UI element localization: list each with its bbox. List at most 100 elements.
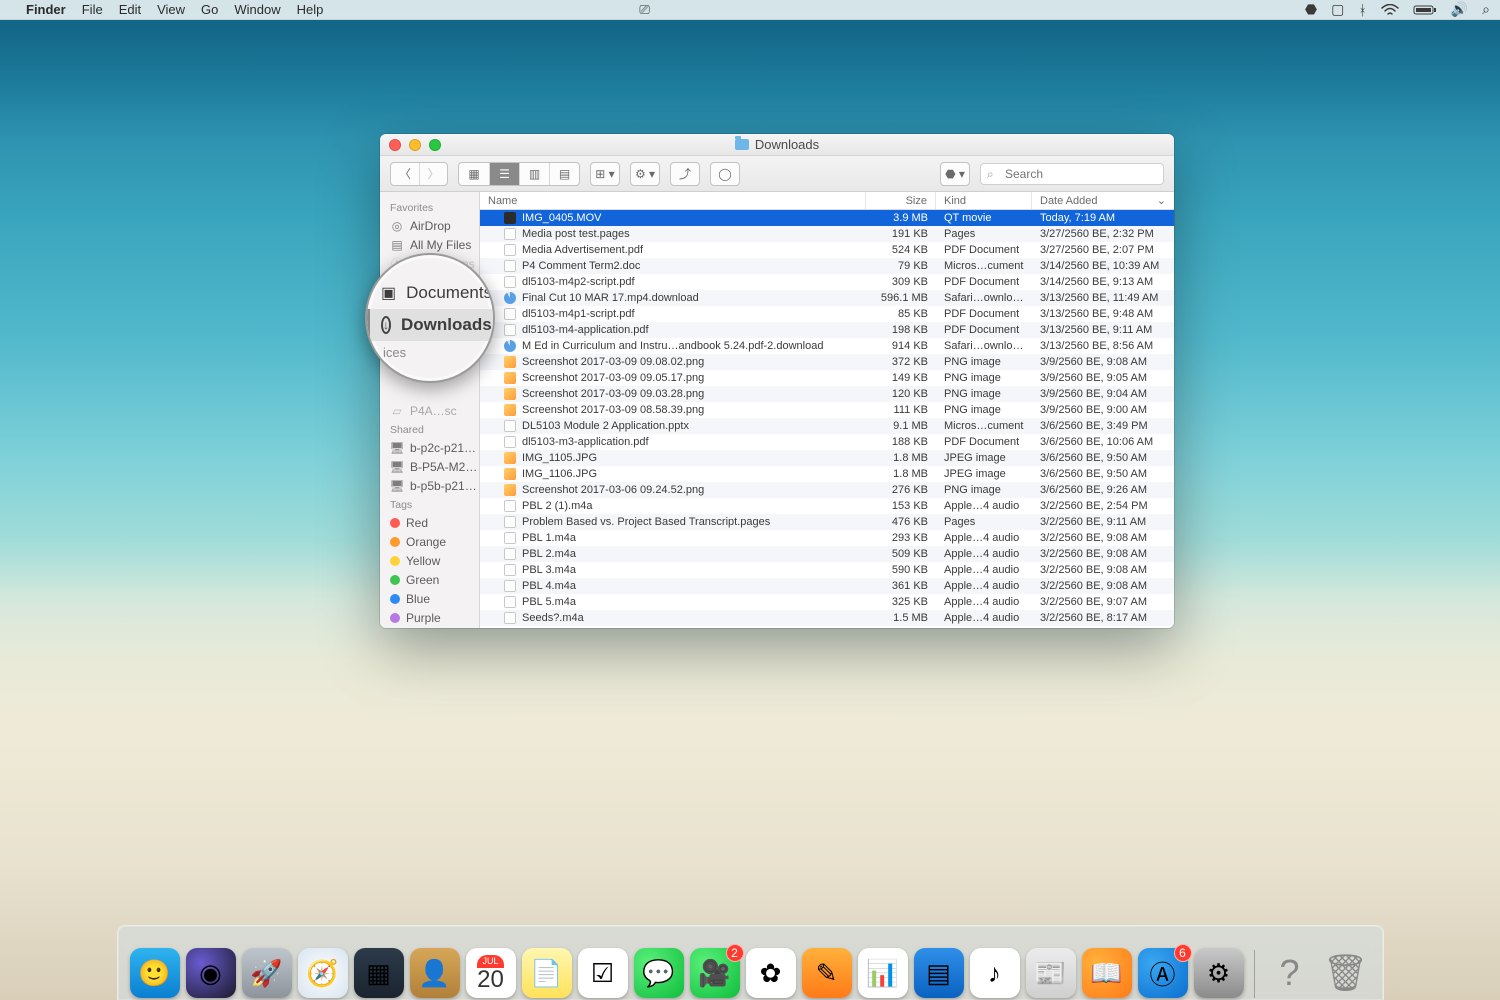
dropbox-icon[interactable]: ⬣ xyxy=(1305,1,1317,18)
sidebar-tag-purple[interactable]: Purple xyxy=(380,608,479,627)
sidebar-tag-yellow[interactable]: Yellow xyxy=(380,551,479,570)
wifi-icon[interactable] xyxy=(1381,4,1399,16)
file-icon xyxy=(504,516,516,528)
menubar-app-name[interactable]: Finder xyxy=(26,2,66,17)
table-row[interactable]: PBL 5.m4a325 KBApple…4 audio3/2/2560 BE,… xyxy=(480,594,1174,610)
col-name[interactable]: Name xyxy=(480,192,866,209)
table-row[interactable]: Screenshot 2017-03-09 08.58.39.png111 KB… xyxy=(480,402,1174,418)
dock-contacts[interactable]: 👤 xyxy=(410,948,460,998)
view-list-button[interactable]: ☰ xyxy=(489,163,519,185)
sidebar-item-all-files[interactable]: ▤All My Files xyxy=(380,235,479,254)
tag-dot-icon xyxy=(390,537,400,547)
table-row[interactable]: dl5103-m2p2-script.pdf314 KBPDF Document… xyxy=(480,626,1174,628)
search-input[interactable] xyxy=(980,163,1164,185)
table-row[interactable]: Problem Based vs. Project Based Transcri… xyxy=(480,514,1174,530)
dock-launchpad[interactable]: 🚀 xyxy=(242,948,292,998)
bluetooth-icon[interactable]: ᚼ xyxy=(1358,2,1366,18)
table-row[interactable]: IMG_0405.MOV3.9 MBQT movieToday, 7:19 AM xyxy=(480,210,1174,226)
sidebar-shared-0[interactable]: 🖥b-p2c-p21… xyxy=(380,438,479,457)
minimize-button[interactable] xyxy=(409,139,421,151)
menu-edit[interactable]: Edit xyxy=(119,2,141,17)
table-row[interactable]: Media Advertisement.pdf524 KBPDF Documen… xyxy=(480,242,1174,258)
table-row[interactable]: dl5103-m4p1-script.pdf85 KBPDF Document3… xyxy=(480,306,1174,322)
sidebar-tag-green[interactable]: Green xyxy=(380,570,479,589)
table-row[interactable]: IMG_1105.JPG1.8 MBJPEG image3/6/2560 BE,… xyxy=(480,450,1174,466)
dock-help[interactable]: ? xyxy=(1265,948,1315,998)
table-row[interactable]: PBL 2 (1).m4a153 KBApple…4 audio3/2/2560… xyxy=(480,498,1174,514)
close-button[interactable] xyxy=(389,139,401,151)
dock-safari[interactable]: 🧭 xyxy=(298,948,348,998)
menu-help[interactable]: Help xyxy=(297,2,324,17)
dock-appstore[interactable]: Ⓐ6 xyxy=(1138,948,1188,998)
dock-calendar[interactable]: JUL20 xyxy=(466,948,516,998)
screenshare-icon[interactable]: ⎚ xyxy=(639,2,649,18)
table-row[interactable]: dl5103-m4p2-script.pdf309 KBPDF Document… xyxy=(480,274,1174,290)
view-column-button[interactable]: ▥ xyxy=(519,163,549,185)
table-row[interactable]: Screenshot 2017-03-09 09.03.28.png120 KB… xyxy=(480,386,1174,402)
back-button[interactable]: 〈 xyxy=(391,163,419,185)
table-row[interactable]: PBL 4.m4a361 KBApple…4 audio3/2/2560 BE,… xyxy=(480,578,1174,594)
dock-pages[interactable]: ✎ xyxy=(802,948,852,998)
dock-mission-control[interactable]: ▦ xyxy=(354,948,404,998)
menu-go[interactable]: Go xyxy=(201,2,218,17)
table-row[interactable]: P4 Comment Term2.doc79 KBMicros…cument3/… xyxy=(480,258,1174,274)
sidebar-tag-orange[interactable]: Orange xyxy=(380,532,479,551)
share-button[interactable]: ⤴︎ xyxy=(671,163,699,185)
menu-window[interactable]: Window xyxy=(234,2,280,17)
table-row[interactable]: PBL 1.m4a293 KBApple…4 audio3/2/2560 BE,… xyxy=(480,530,1174,546)
table-row[interactable]: dl5103-m4-application.pdf198 KBPDF Docum… xyxy=(480,322,1174,338)
col-kind[interactable]: Kind xyxy=(936,192,1032,209)
forward-button[interactable]: 〉 xyxy=(419,163,447,185)
table-row[interactable]: Screenshot 2017-03-09 09.05.17.png149 KB… xyxy=(480,370,1174,386)
sidebar-tag-red[interactable]: Red xyxy=(380,513,479,532)
table-row[interactable]: DL5103 Module 2 Application.pptx9.1 MBMi… xyxy=(480,418,1174,434)
table-row[interactable]: Final Cut 10 MAR 17.mp4.download596.1 MB… xyxy=(480,290,1174,306)
dock-keynote[interactable]: ▤ xyxy=(914,948,964,998)
col-date[interactable]: Date Added⌄ xyxy=(1032,192,1174,209)
table-row[interactable]: dl5103-m3-application.pdf188 KBPDF Docum… xyxy=(480,434,1174,450)
dock-messages[interactable]: 💬 xyxy=(634,948,684,998)
menu-view[interactable]: View xyxy=(157,2,185,17)
sidebar-shared-1[interactable]: 🖥B-P5A-M2… xyxy=(380,457,479,476)
table-row[interactable]: M Ed in Curriculum and Instru…andbook 5.… xyxy=(480,338,1174,354)
file-icon xyxy=(504,580,516,592)
dock-itunes[interactable]: ♪ xyxy=(970,948,1020,998)
table-row[interactable]: Media post test.pages191 KBPages3/27/256… xyxy=(480,226,1174,242)
dock-facetime[interactable]: 🎥2 xyxy=(690,948,740,998)
table-row[interactable]: IMG_1106.JPG1.8 MBJPEG image3/6/2560 BE,… xyxy=(480,466,1174,482)
table-row[interactable]: PBL 3.m4a590 KBApple…4 audio3/2/2560 BE,… xyxy=(480,562,1174,578)
dock-siri[interactable]: ◉ xyxy=(186,948,236,998)
battery-icon[interactable] xyxy=(1413,4,1437,16)
sidebar-item-airdrop[interactable]: ◎AirDrop xyxy=(380,216,479,235)
spotlight-icon[interactable]: ⌕ xyxy=(1482,1,1490,18)
airplay-icon[interactable]: ▢ xyxy=(1331,1,1344,18)
sidebar-shared-2[interactable]: 🖥b-p5b-p21… xyxy=(380,476,479,495)
dock-system-preferences[interactable]: ⚙︎ xyxy=(1194,948,1244,998)
table-row[interactable]: Seeds?.m4a1.5 MBApple…4 audio3/2/2560 BE… xyxy=(480,610,1174,626)
dock-news[interactable]: 📰 xyxy=(1026,948,1076,998)
table-row[interactable]: PBL 2.m4a509 KBApple…4 audio3/2/2560 BE,… xyxy=(480,546,1174,562)
dropbox-toolbar-button[interactable]: ⬣ ▾ xyxy=(941,163,969,185)
dock-reminders[interactable]: ☑︎ xyxy=(578,948,628,998)
arrange-button[interactable]: ⊞ ▾ xyxy=(591,163,619,185)
col-size[interactable]: Size xyxy=(866,192,936,209)
file-rows[interactable]: IMG_0405.MOV3.9 MBQT movieToday, 7:19 AM… xyxy=(480,210,1174,628)
sidebar-tag-blue[interactable]: Blue xyxy=(380,589,479,608)
view-icon-button[interactable]: ▦ xyxy=(459,163,489,185)
table-row[interactable]: Screenshot 2017-03-06 09.24.52.png276 KB… xyxy=(480,482,1174,498)
dock-notes[interactable]: 📄 xyxy=(522,948,572,998)
dock-numbers[interactable]: 📊 xyxy=(858,948,908,998)
dock-ibooks[interactable]: 📖 xyxy=(1082,948,1132,998)
dock-finder[interactable]: 🙂 xyxy=(130,948,180,998)
tags-button[interactable]: ◯ xyxy=(711,163,739,185)
view-gallery-button[interactable]: ▤ xyxy=(549,163,579,185)
menu-file[interactable]: File xyxy=(82,2,103,17)
table-row[interactable]: Screenshot 2017-03-09 09.08.02.png372 KB… xyxy=(480,354,1174,370)
dock-photos[interactable]: ✿ xyxy=(746,948,796,998)
zoom-button[interactable] xyxy=(429,139,441,151)
sidebar-item-extra[interactable]: ▱P4A…sc xyxy=(380,401,479,420)
volume-icon[interactable]: 🔊 xyxy=(1451,1,1468,18)
action-button[interactable]: ⚙︎ ▾ xyxy=(631,163,659,185)
titlebar[interactable]: Downloads xyxy=(380,134,1174,156)
dock-trash[interactable]: 🗑 xyxy=(1321,948,1371,998)
